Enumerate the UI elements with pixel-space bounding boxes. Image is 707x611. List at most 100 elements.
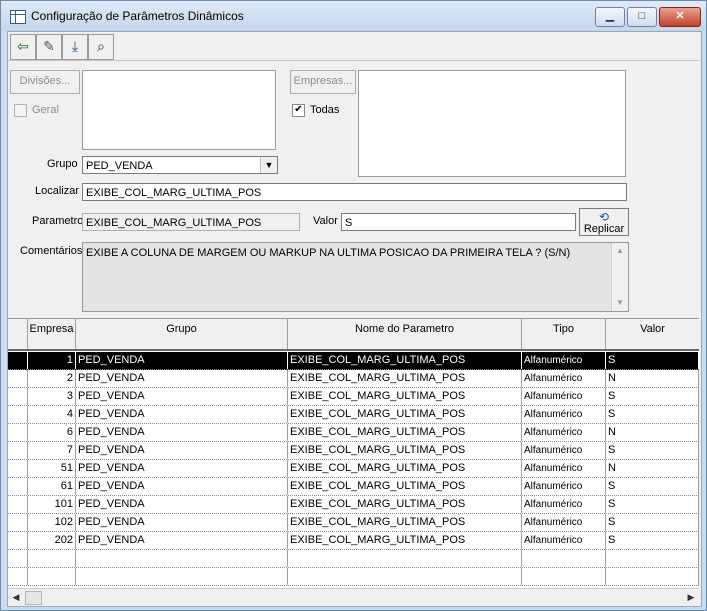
grupo-select[interactable]: PED_VENDA ▼ — [82, 156, 278, 174]
horizontal-scrollbar[interactable]: ◀ ▶ — [8, 588, 699, 606]
valor-input[interactable]: S — [341, 213, 576, 231]
cell-empresa[interactable]: 4 — [28, 406, 76, 423]
cell-valor[interactable]: S — [606, 406, 699, 423]
cell-tipo[interactable] — [522, 550, 606, 567]
table-row[interactable]: 101 PED_VENDA EXIBE_COL_MARG_ULTIMA_POS Alf… — [8, 496, 699, 514]
cell-grupo[interactable]: PED_VENDA — [76, 352, 288, 369]
column-header-nome[interactable]: Nome do Parametro — [288, 319, 522, 349]
cell-nome[interactable]: EXIBE_COL_MARG_ULTIMA_POS — [288, 478, 522, 495]
cell-tipo[interactable]: Alfanumérico — [522, 460, 606, 477]
cell-grupo[interactable]: PED_VENDA — [76, 442, 288, 459]
cell-valor[interactable]: S — [606, 442, 699, 459]
cell-tipo[interactable]: Alfanumérico — [522, 388, 606, 405]
cell-tipo[interactable]: Alfanumérico — [522, 352, 606, 369]
cell-tipo[interactable]: Alfanumérico — [522, 514, 606, 531]
table-row[interactable]: 1 PED_VENDA EXIBE_COL_MARG_ULTIMA_POS Alfan… — [8, 352, 699, 370]
cell-valor[interactable]: S — [606, 514, 699, 531]
column-header-tipo[interactable]: Tipo — [522, 319, 606, 349]
localizar-input[interactable]: EXIBE_COL_MARG_ULTIMA_POS — [82, 183, 627, 201]
cell-empresa[interactable]: 61 — [28, 478, 76, 495]
cell-tipo[interactable]: Alfanumérico — [522, 478, 606, 495]
cell-nome[interactable]: EXIBE_COL_MARG_ULTIMA_POS — [288, 496, 522, 513]
cell-grupo[interactable] — [76, 568, 288, 585]
scroll-up-icon[interactable]: ▲ — [612, 243, 628, 259]
cell-tipo[interactable]: Alfanumérico — [522, 424, 606, 441]
cell-grupo[interactable]: PED_VENDA — [76, 424, 288, 441]
table-row[interactable]: 6 PED_VENDA EXIBE_COL_MARG_ULTIMA_POS Alfan… — [8, 424, 699, 442]
cell-empresa[interactable] — [28, 550, 76, 567]
scroll-right-icon[interactable]: ▶ — [683, 589, 699, 606]
cell-nome[interactable]: EXIBE_COL_MARG_ULTIMA_POS — [288, 406, 522, 423]
cell-nome[interactable]: EXIBE_COL_MARG_ULTIMA_POS — [288, 442, 522, 459]
cell-grupo[interactable]: PED_VENDA — [76, 406, 288, 423]
cell-nome[interactable]: EXIBE_COL_MARG_ULTIMA_POS — [288, 424, 522, 441]
divisoes-list[interactable] — [82, 70, 276, 150]
cell-grupo[interactable]: PED_VENDA — [76, 478, 288, 495]
binoculars-icon[interactable]: ⌕ — [88, 34, 114, 60]
table-row[interactable]: 2 PED_VENDA EXIBE_COL_MARG_ULTIMA_POS Alfan… — [8, 370, 699, 388]
divisoes-button[interactable]: Divisões... — [10, 70, 80, 94]
column-header-grupo[interactable]: Grupo — [76, 319, 288, 349]
chevron-down-icon[interactable]: ▼ — [260, 157, 277, 173]
cell-grupo[interactable]: PED_VENDA — [76, 532, 288, 549]
cell-nome[interactable] — [288, 550, 522, 567]
cell-empresa[interactable]: 7 — [28, 442, 76, 459]
cell-valor[interactable]: S — [606, 388, 699, 405]
cell-nome[interactable]: EXIBE_COL_MARG_ULTIMA_POS — [288, 352, 522, 369]
cell-valor[interactable]: S — [606, 532, 699, 549]
table-row[interactable]: 202 PED_VENDA EXIBE_COL_MARG_ULTIMA_POS Alf… — [8, 532, 699, 550]
cell-tipo[interactable]: Alfanumérico — [522, 496, 606, 513]
cell-valor[interactable]: N — [606, 370, 699, 387]
cell-valor[interactable]: S — [606, 352, 699, 369]
cell-valor[interactable]: N — [606, 424, 699, 441]
cell-tipo[interactable]: Alfanumérico — [522, 532, 606, 549]
cell-tipo[interactable] — [522, 568, 606, 585]
cell-grupo[interactable]: PED_VENDA — [76, 514, 288, 531]
maximize-button[interactable]: □ — [627, 7, 657, 27]
cell-grupo[interactable]: PED_VENDA — [76, 496, 288, 513]
cell-grupo[interactable] — [76, 550, 288, 567]
cell-nome[interactable]: EXIBE_COL_MARG_ULTIMA_POS — [288, 532, 522, 549]
cell-empresa[interactable]: 3 — [28, 388, 76, 405]
cell-grupo[interactable]: PED_VENDA — [76, 460, 288, 477]
cell-valor[interactable]: S — [606, 478, 699, 495]
scroll-down-icon[interactable]: ▼ — [612, 295, 628, 311]
table-row[interactable]: 51 PED_VENDA EXIBE_COL_MARG_ULTIMA_POS Alfa… — [8, 460, 699, 478]
cell-empresa[interactable]: 6 — [28, 424, 76, 441]
table-row[interactable]: 4 PED_VENDA EXIBE_COL_MARG_ULTIMA_POS Alfan… — [8, 406, 699, 424]
table-row[interactable] — [8, 568, 699, 586]
cell-empresa[interactable]: 1 — [28, 352, 76, 369]
cell-empresa[interactable]: 202 — [28, 532, 76, 549]
empresas-button[interactable]: Empresas... — [290, 70, 356, 94]
table-row[interactable]: 61 PED_VENDA EXIBE_COL_MARG_ULTIMA_POS Alfa… — [8, 478, 699, 496]
minimize-button[interactable]: ▁ — [595, 7, 625, 27]
column-header-valor[interactable]: Valor — [606, 319, 699, 349]
cell-empresa[interactable] — [28, 568, 76, 585]
cell-empresa[interactable]: 2 — [28, 370, 76, 387]
cell-tipo[interactable]: Alfanumérico — [522, 370, 606, 387]
cell-empresa[interactable]: 101 — [28, 496, 76, 513]
scroll-thumb[interactable] — [25, 591, 42, 605]
cell-valor[interactable]: N — [606, 460, 699, 477]
cell-tipo[interactable]: Alfanumérico — [522, 442, 606, 459]
cell-grupo[interactable]: PED_VENDA — [76, 388, 288, 405]
table-row[interactable]: 3 PED_VENDA EXIBE_COL_MARG_ULTIMA_POS Alfan… — [8, 388, 699, 406]
cell-empresa[interactable]: 102 — [28, 514, 76, 531]
table-row[interactable] — [8, 550, 699, 568]
scroll-left-icon[interactable]: ◀ — [8, 589, 24, 606]
title-bar[interactable]: Configuração de Parâmetros Dinâmicos ▁ □… — [1, 1, 706, 31]
cell-nome[interactable]: EXIBE_COL_MARG_ULTIMA_POS — [288, 370, 522, 387]
cell-nome[interactable]: EXIBE_COL_MARG_ULTIMA_POS — [288, 460, 522, 477]
cell-empresa[interactable]: 51 — [28, 460, 76, 477]
column-header-empresa[interactable]: Empresa — [28, 319, 76, 349]
cell-valor[interactable]: S — [606, 496, 699, 513]
geral-checkbox[interactable] — [14, 104, 27, 117]
parameters-grid[interactable]: Empresa Grupo Nome do Parametro Tipo Val… — [8, 318, 699, 589]
cell-valor[interactable] — [606, 568, 699, 585]
table-row[interactable]: 7 PED_VENDA EXIBE_COL_MARG_ULTIMA_POS Alfan… — [8, 442, 699, 460]
eraser-icon[interactable]: ✎ — [36, 34, 62, 60]
exit-door-icon[interactable]: ⇦ — [10, 34, 36, 60]
cell-nome[interactable]: EXIBE_COL_MARG_ULTIMA_POS — [288, 388, 522, 405]
cell-nome[interactable] — [288, 568, 522, 585]
close-button[interactable]: ✕ — [659, 7, 701, 27]
